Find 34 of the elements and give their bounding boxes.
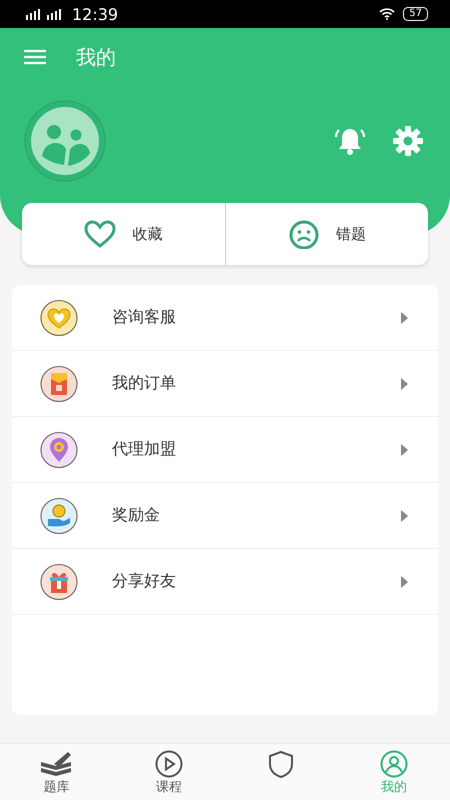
menu-item[interactable]: 奖励金 [12, 483, 438, 549]
favorites-button[interactable]: 收藏 [22, 203, 224, 265]
menu-item[interactable]: 我的订单 [12, 351, 438, 417]
menu-item[interactable]: 咨询客服 [12, 285, 438, 351]
menu-label: 我的订单 [112, 373, 177, 394]
page-title: 我的 [76, 44, 116, 70]
menu-label: 奖励金 [112, 505, 161, 526]
location-pin-icon [40, 430, 78, 468]
bell-icon[interactable] [334, 126, 366, 156]
gift-box-icon [40, 562, 78, 600]
coin-on-hand-icon [40, 496, 78, 534]
sad-face-icon [288, 219, 320, 249]
settings-icon[interactable] [392, 125, 424, 157]
chevron-right-icon [400, 312, 408, 324]
envelope-icon [40, 364, 78, 402]
menu-label: 代理加盟 [112, 439, 177, 460]
avatar-icon[interactable] [24, 100, 106, 182]
chevron-right-icon [400, 576, 408, 588]
mistakes-button[interactable]: 错题 [224, 203, 428, 265]
menu-item[interactable]: 分享好友 [12, 549, 438, 615]
menu-item[interactable]: 代理加盟 [12, 417, 438, 483]
battery-level: 57 [403, 7, 428, 21]
menu-label: 咨询客服 [112, 307, 177, 328]
chevron-right-icon [400, 378, 408, 390]
chevron-right-icon [400, 444, 408, 456]
menu-label: 分享好友 [112, 571, 177, 592]
signal-icon [26, 8, 64, 20]
nav-tab[interactable]: 题库 [0, 744, 112, 800]
nav-tab[interactable]: 课程 [112, 744, 225, 800]
heart-icon [84, 219, 116, 249]
chevron-right-icon [400, 510, 408, 522]
menu-icon[interactable] [24, 49, 46, 65]
wifi-icon [379, 8, 396, 20]
clock-time: 12:39 [72, 4, 118, 24]
